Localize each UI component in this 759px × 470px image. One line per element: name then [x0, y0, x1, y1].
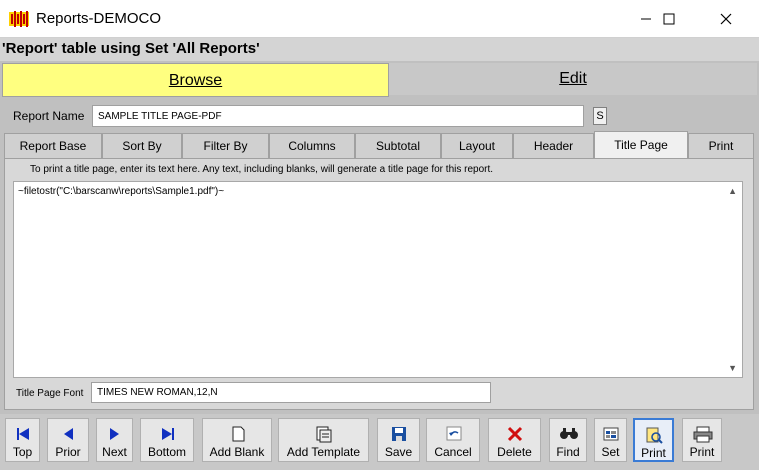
prior-label: Prior [55, 445, 81, 459]
set-list-icon [603, 427, 619, 441]
last-record-icon [162, 428, 174, 440]
delete-x-icon [507, 426, 523, 442]
window-title: Reports-DEMOCO [36, 10, 162, 27]
add-blank-label: Add Blank [209, 445, 265, 459]
tab-filter-by[interactable]: Filter By [182, 133, 269, 158]
cancel-button[interactable]: Cancel [426, 418, 480, 462]
add-blank-button[interactable]: Add Blank [202, 418, 272, 462]
blank-page-icon [232, 426, 245, 442]
set-button[interactable]: Set [594, 418, 627, 462]
maximize-button[interactable] [646, 0, 692, 38]
mode-tabs: Browse Edit [0, 61, 759, 98]
add-template-button[interactable]: Add Template [278, 418, 369, 462]
print-preview-button[interactable]: Print [633, 418, 674, 462]
tab-subtotal[interactable]: Subtotal [355, 133, 441, 158]
title-page-text: ~filetostr("C:\barscanw\reports\Sample1.… [18, 186, 225, 197]
section-tabs: Report Base Sort By Filter By Columns Su… [4, 131, 754, 158]
tab-sort-by[interactable]: Sort By [102, 133, 182, 158]
print-button[interactable]: Print [682, 418, 722, 462]
report-name-field[interactable]: SAMPLE TITLE PAGE-PDF [92, 105, 584, 127]
tab-layout[interactable]: Layout [441, 133, 513, 158]
delete-label: Delete [497, 445, 532, 459]
edit-panel: Report Name SAMPLE TITLE PAGE-PDF S Repo… [0, 98, 759, 414]
edit-tab[interactable]: Edit [389, 63, 757, 95]
bottom-label: Bottom [147, 445, 186, 459]
next-label: Next [102, 445, 127, 459]
undo-icon [446, 426, 462, 441]
print-preview-icon [646, 427, 663, 444]
s-button[interactable]: S [593, 107, 607, 125]
table-caption: 'Report' table using Set 'All Reports' [0, 38, 759, 61]
maximize-icon [663, 13, 675, 25]
template-icon [316, 426, 332, 443]
tab-report-base[interactable]: Report Base [4, 133, 102, 158]
previous-record-icon [64, 428, 73, 440]
tab-title-page[interactable]: Title Page [594, 131, 688, 158]
title-page-instruction: To print a title page, enter its text he… [30, 164, 494, 175]
delete-button[interactable]: Delete [488, 418, 541, 462]
bottom-toolbar: Top Prior Next Bottom Add Blank Add Temp… [0, 414, 759, 470]
print-label: Print [689, 445, 715, 459]
first-record-icon [17, 428, 29, 440]
close-icon [720, 13, 732, 25]
scroll-up-icon[interactable]: ▲ [728, 186, 737, 196]
find-label: Find [556, 445, 580, 459]
title-page-font-label: Title Page Font [16, 388, 84, 399]
tab-columns[interactable]: Columns [269, 133, 355, 158]
top-button[interactable]: Top [5, 418, 40, 462]
set-label: Set [601, 445, 620, 459]
save-disk-icon [392, 427, 406, 441]
scroll-down-icon[interactable]: ▼ [728, 363, 737, 373]
print-preview-label: Print [641, 446, 666, 460]
save-label: Save [384, 445, 413, 459]
browse-tab[interactable]: Browse [2, 63, 389, 97]
title-page-tab-content: To print a title page, enter its text he… [4, 158, 754, 410]
prior-button[interactable]: Prior [47, 418, 89, 462]
tab-header[interactable]: Header [513, 133, 594, 158]
report-name-label: Report Name [13, 109, 85, 123]
title-page-font-field[interactable]: TIMES NEW ROMAN,12,N [91, 382, 491, 403]
find-button[interactable]: Find [549, 418, 587, 462]
tab-print[interactable]: Print [688, 133, 754, 158]
close-button[interactable] [703, 0, 749, 38]
next-button[interactable]: Next [96, 418, 133, 462]
bottom-button[interactable]: Bottom [140, 418, 194, 462]
cancel-label: Cancel [434, 445, 472, 459]
binoculars-icon [560, 428, 578, 439]
save-button[interactable]: Save [377, 418, 420, 462]
add-template-label: Add Template [286, 445, 361, 459]
printer-icon [693, 426, 713, 443]
title-page-text-area[interactable]: ~filetostr("C:\barscanw\reports\Sample1.… [13, 181, 743, 378]
top-label: Top [12, 445, 33, 459]
app-logo-icon [9, 11, 29, 27]
next-record-icon [110, 428, 119, 440]
window-titlebar: Reports-DEMOCO [0, 0, 759, 38]
